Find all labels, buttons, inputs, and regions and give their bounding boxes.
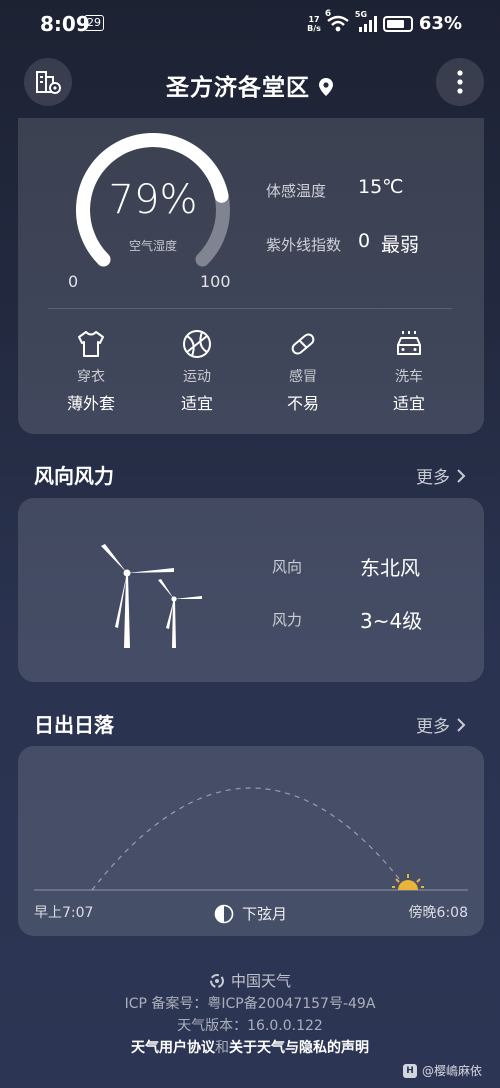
life-index-value: 适宜 [180,394,213,413]
footer-brand-name: 中国天气 [230,972,291,990]
humidity-label: 空气湿度 [128,239,177,253]
life-index-name: 穿衣 [77,369,105,385]
feels-like-value: 15℃ [358,176,404,198]
feels-like-label: 体感温度 [266,182,327,200]
footer-brand: 中国天气 [0,970,500,991]
chevron-right-icon [457,717,466,732]
net-speed: 17 B/s [307,15,321,33]
top-bar: 圣方济各堂区 [0,58,500,108]
life-index-cold[interactable]: 感冒 不易 [258,328,348,414]
more-vert-icon [457,70,463,94]
wind-section-title: 风向风力 [34,464,114,488]
footer-and: 和 [215,1040,229,1056]
wind-force-value: 3~4级 [360,609,423,633]
life-index-value: 不易 [286,394,319,413]
watermark-text: @樱嶋麻依 [421,1064,482,1078]
footer-icp: ICP 备案号：粤ICP备20047157号-49A [124,996,376,1012]
sunset-time: 傍晚6:08 [408,905,468,921]
moon-phase-icon [214,904,234,923]
uv-label: 紫外线指数 [266,236,342,254]
sun-more-link[interactable]: 更多 [416,712,466,737]
life-index-carwash[interactable]: 洗车 适宜 [364,328,454,414]
life-index-value: 适宜 [392,394,425,413]
battery-percent: 63% [418,13,462,34]
uv-value: 0 [358,230,371,252]
footer-links: 天气用户协议和关于天气与隐私的声明 [0,1037,500,1057]
footer-version: 天气版本：16.0.0.122 [177,1018,323,1034]
wind-force-label: 风力 [272,611,303,629]
gauge-max-label: 100 [200,272,231,291]
wind-card: 风向 东北风 风力 3~4级 [18,498,484,682]
wifi-label: 6 [324,8,332,19]
more-label: 更多 [416,717,450,737]
city-title[interactable]: 圣方济各堂区 [0,68,500,103]
shirt-icon [78,331,104,357]
sunrise-time: 早上7:07 [34,905,94,921]
signal-label: 5G [354,9,368,19]
moon-phase-label: 下弦月 [242,905,288,923]
city-name: 圣方济各堂区 [166,75,310,101]
life-index-value: 薄外套 [66,394,115,413]
chevron-right-icon [457,468,466,483]
watermark: H @樱嶋麻依 [402,1062,482,1079]
sun-section-title: 日出日落 [34,713,114,737]
gauge-min-label: 0 [68,272,79,291]
life-index-clothing[interactable]: 穿衣 薄外套 [46,328,136,414]
wifi-icon: 6 [325,9,349,33]
signal-icon: 5G [355,10,377,33]
life-index-name: 运动 [183,369,211,385]
user-agreement-link[interactable]: 天气用户协议 [131,1040,215,1056]
sun-arc [91,787,409,891]
watermark-logo: H [402,1063,417,1078]
privacy-statement-link[interactable]: 关于天气与隐私的声明 [229,1040,369,1056]
car-wash-icon [397,331,421,355]
wind-turbine-icon [101,544,202,648]
china-weather-logo-icon [209,973,224,988]
more-menu-button[interactable] [436,58,484,106]
uv-level: 最弱 [381,234,420,256]
net-speed-value: 17 [308,14,320,24]
sport-ball-icon [183,330,211,358]
moon-phase: 下弦月 [214,903,287,924]
more-label: 更多 [416,468,450,488]
overview-card: 79% 空气湿度 0 100 体感温度 15℃ 紫外线指数 0 最弱 穿衣 薄外… [18,118,484,434]
wind-direction-label: 风向 [272,558,303,576]
net-speed-unit: B/s [307,23,321,33]
wind-more-link[interactable]: 更多 [416,463,466,488]
life-index-name: 感冒 [289,369,317,385]
pill-icon [291,333,315,355]
status-bar: 8:09 29 17 B/s 6 5G 63% [0,0,500,52]
humidity-gauge: 79% 空气湿度 [68,132,238,282]
wind-direction-value: 东北风 [360,556,420,580]
divider [48,308,452,309]
sun-card: 早上7:07 下弦月 傍晚6:08 [18,746,484,936]
battery-icon [382,15,413,32]
status-time: 8:09 [40,12,90,36]
location-pin-icon [318,77,334,103]
life-index-name: 洗车 [395,369,423,385]
date-badge: 29 [84,15,104,31]
status-icons: 17 B/s 6 5G 63% [307,9,462,35]
humidity-value: 79% [108,177,198,223]
life-index-sport[interactable]: 运动 适宜 [152,328,242,414]
